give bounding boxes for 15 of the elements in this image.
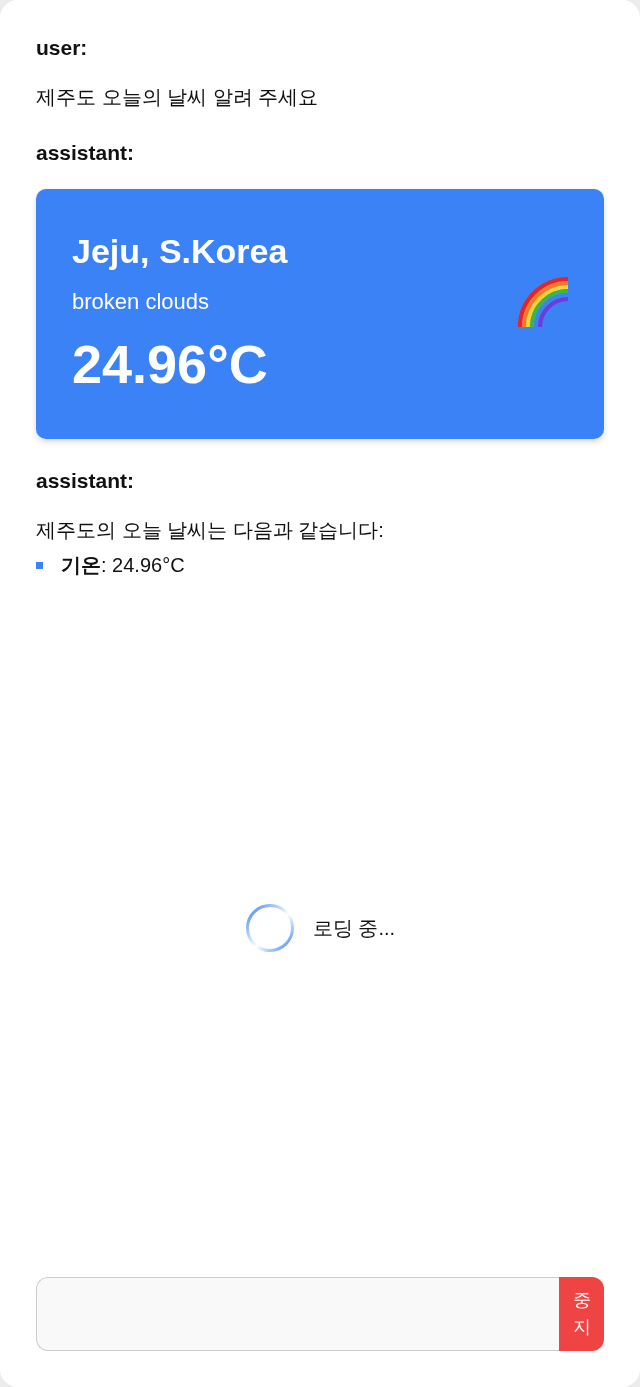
loading-spinner-icon	[244, 903, 295, 953]
temperature: 24.96°C	[72, 332, 269, 395]
message-role: user:	[36, 36, 89, 60]
message-input[interactable]	[36, 1277, 559, 1351]
weather-description: broken clouds	[72, 288, 210, 315]
loading-text: 로딩 중...	[312, 915, 396, 941]
rainbow-icon	[516, 275, 568, 327]
bullet-icon	[36, 562, 43, 569]
list-item-text: 기온: 24.96°C	[61, 553, 185, 578]
message-role: assistant:	[36, 469, 136, 493]
message-text: 제주도 오늘의 날씨 알려 주세요	[36, 85, 319, 110]
stop-button[interactable]: 중지	[559, 1277, 604, 1351]
message-text: 제주도의 오늘 날씨는 다음과 같습니다:	[36, 518, 384, 543]
city-name: Jeju, S.Korea	[72, 231, 288, 271]
message-role: assistant:	[36, 141, 136, 165]
